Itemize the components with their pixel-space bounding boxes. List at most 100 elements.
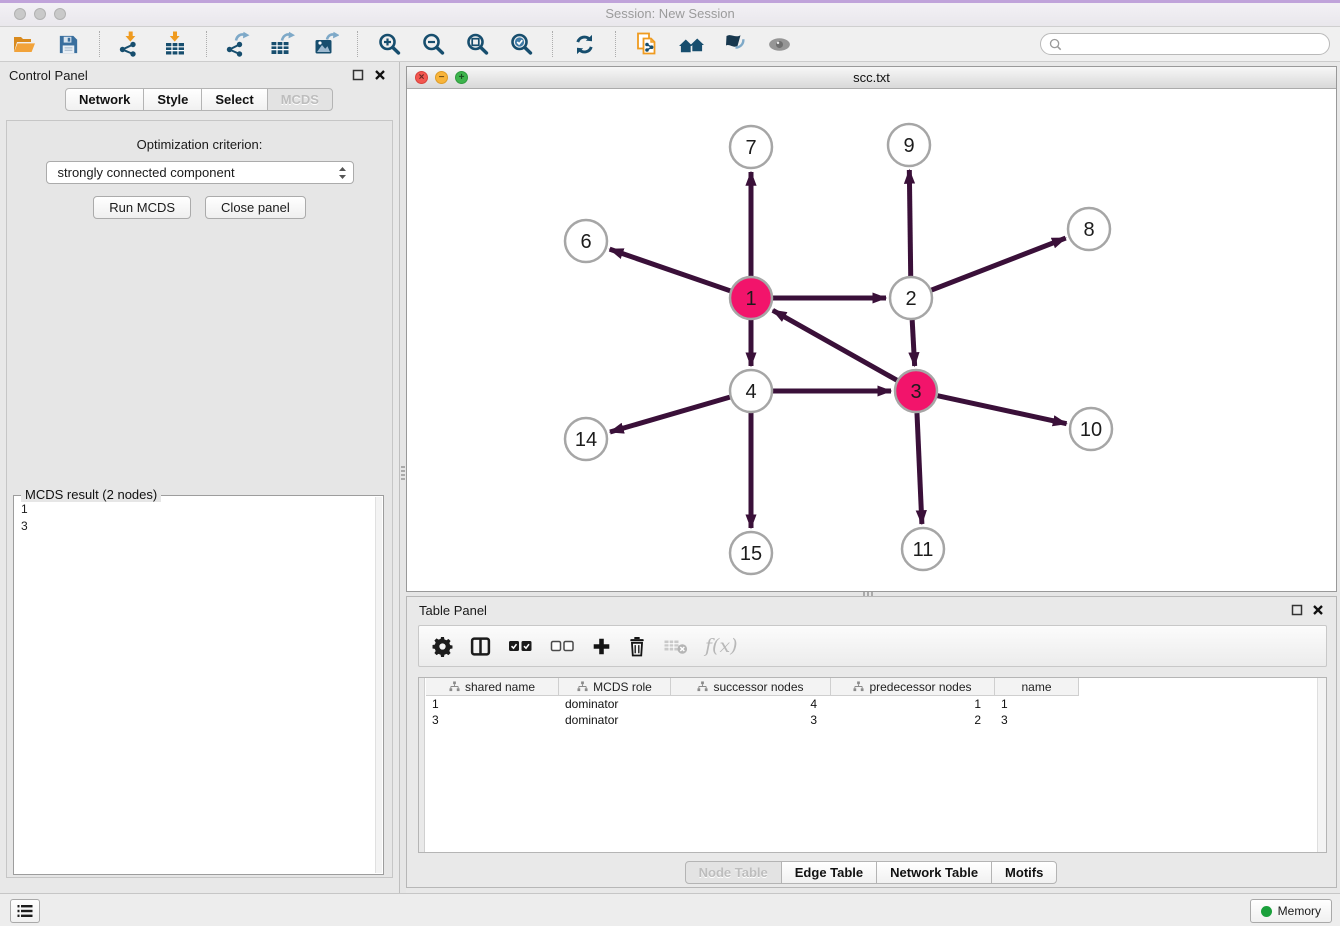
export-image-icon	[313, 31, 339, 57]
tab-edge-table[interactable]: Edge Table	[781, 861, 877, 884]
close-panel-icon[interactable]	[373, 68, 387, 82]
control-panel: Control Panel NetworkStyleSelectMCDS Opt…	[0, 62, 400, 893]
memory-button[interactable]: Memory	[1250, 899, 1332, 923]
export-image-button[interactable]	[312, 30, 340, 58]
node-table: shared nameMCDS rolesuccessor nodesprede…	[418, 677, 1327, 853]
save-session-button[interactable]	[54, 30, 82, 58]
float-panel-icon[interactable]	[1290, 603, 1304, 617]
table-cell[interactable]: 2	[831, 712, 995, 728]
mcds-panel: Optimization criterion: strongly connect…	[6, 120, 393, 878]
graph-edge-3-11[interactable]	[917, 413, 922, 524]
search-field[interactable]	[1040, 33, 1330, 55]
open-session-button[interactable]	[10, 30, 38, 58]
tab-mcds[interactable]: MCDS	[267, 88, 333, 111]
control-panel-tabs: NetworkStyleSelectMCDS	[0, 88, 399, 111]
table-row[interactable]: 3dominator323	[426, 712, 1079, 728]
main-toolbar	[0, 27, 1340, 62]
import-network-icon	[118, 31, 144, 57]
table-cell[interactable]: 3	[995, 712, 1079, 728]
table-scrollbar[interactable]	[1317, 678, 1326, 852]
column-header-successor-nodes[interactable]: successor nodes	[671, 678, 831, 696]
float-panel-icon[interactable]	[351, 68, 365, 82]
trash-icon[interactable]	[628, 636, 646, 657]
show-all-networks-button[interactable]	[677, 30, 705, 58]
column-header-shared-name[interactable]: shared name	[426, 678, 559, 696]
select-all-columns-icon[interactable]	[508, 639, 533, 653]
graph-edge-1-6[interactable]	[610, 249, 731, 291]
search-input[interactable]	[1067, 37, 1321, 51]
deselect-all-columns-icon[interactable]	[550, 639, 575, 653]
table-cell[interactable]: dominator	[559, 712, 671, 728]
table-cell[interactable]: dominator	[559, 696, 671, 712]
attribute-tree-icon	[577, 681, 588, 692]
close-panel-icon[interactable]	[1311, 603, 1325, 617]
apply-layout-button[interactable]	[570, 30, 598, 58]
table-cell[interactable]: 1	[426, 696, 559, 712]
add-column-icon[interactable]	[592, 637, 611, 656]
zoom-selected-icon	[509, 32, 534, 57]
hide-panel-button[interactable]	[765, 30, 793, 58]
table-header-row: shared nameMCDS rolesuccessor nodesprede…	[426, 678, 1079, 696]
splitter-grip[interactable]	[401, 466, 405, 480]
criterion-dropdown[interactable]: strongly connected component	[46, 161, 354, 184]
zoom-out-button[interactable]	[419, 30, 447, 58]
graph-node-label-15: 15	[740, 543, 762, 565]
column-header-name[interactable]: name	[995, 678, 1079, 696]
import-table-button[interactable]	[161, 30, 189, 58]
attribute-tree-icon	[449, 681, 460, 692]
graph-node-label-4: 4	[745, 381, 756, 403]
graph-edge-2-8[interactable]	[932, 238, 1066, 290]
import-table-icon	[162, 31, 188, 57]
tab-style[interactable]: Style	[143, 88, 202, 111]
import-network-button[interactable]	[117, 30, 145, 58]
table-cell[interactable]: 1	[831, 696, 995, 712]
optimization-criterion-label: Optimization criterion:	[7, 137, 392, 152]
tab-network[interactable]: Network	[65, 88, 144, 111]
table-row[interactable]: 1dominator411	[426, 696, 1079, 712]
graph-node-label-14: 14	[575, 429, 597, 451]
graph-edge-2-3[interactable]	[912, 320, 914, 366]
gear-icon[interactable]	[432, 636, 453, 657]
network-analyzer-button[interactable]	[721, 30, 749, 58]
home-icon	[678, 31, 705, 58]
tab-motifs[interactable]: Motifs	[991, 861, 1057, 884]
window-titlebar: Session: New Session	[0, 0, 1340, 27]
export-table-button[interactable]	[268, 30, 296, 58]
zoom-in-button[interactable]	[375, 30, 403, 58]
tab-node-table[interactable]: Node Table	[685, 861, 782, 884]
close-panel-button[interactable]: Close panel	[205, 196, 306, 219]
table-cell[interactable]: 3	[426, 712, 559, 728]
show-columns-icon[interactable]	[470, 636, 491, 657]
export-network-icon	[225, 31, 251, 57]
new-network-from-selection-button[interactable]	[633, 30, 661, 58]
graph-edge-3-10[interactable]	[937, 396, 1066, 424]
network-view-window: × − + scc.txt 1234678910111415	[406, 66, 1337, 592]
zoom-selected-button[interactable]	[507, 30, 535, 58]
tab-select[interactable]: Select	[201, 88, 267, 111]
graph-edge-3-1[interactable]	[773, 310, 897, 380]
table-cell[interactable]: 1	[995, 696, 1079, 712]
criterion-value: strongly connected component	[58, 165, 338, 180]
tab-network-table[interactable]: Network Table	[876, 861, 992, 884]
eye-icon	[766, 31, 793, 58]
zoom-fit-button[interactable]	[463, 30, 491, 58]
column-header-predecessor-nodes[interactable]: predecessor nodes	[831, 678, 995, 696]
mcds-result-list[interactable]: 1 3	[15, 497, 375, 873]
mcds-result-group: MCDS result (2 nodes) 1 3	[13, 495, 384, 875]
toolbar-separator	[552, 31, 553, 57]
graph-node-label-2: 2	[905, 288, 916, 310]
column-header-MCDS-role[interactable]: MCDS role	[559, 678, 671, 696]
table-cell[interactable]: 4	[671, 696, 831, 712]
task-history-button[interactable]	[10, 899, 40, 923]
table-cell[interactable]: 3	[671, 712, 831, 728]
graph-edge-2-9[interactable]	[909, 170, 910, 276]
result-scrollbar[interactable]	[375, 497, 382, 873]
function-builder-icon-disabled: f(x)	[705, 635, 738, 657]
table-rows: 1dominator4113dominator323	[426, 696, 1079, 728]
graph-edge-4-14[interactable]	[610, 397, 730, 432]
network-canvas[interactable]: 1234678910111415	[407, 89, 1336, 591]
zoom-out-icon	[421, 32, 446, 57]
export-network-button[interactable]	[224, 30, 252, 58]
run-mcds-button[interactable]: Run MCDS	[93, 196, 191, 219]
graph-node-label-3: 3	[910, 381, 921, 403]
